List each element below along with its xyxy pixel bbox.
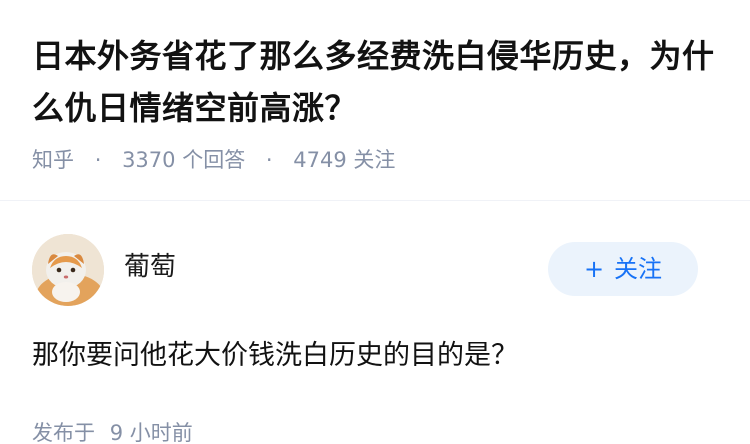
section-divider	[0, 200, 750, 201]
follower-count-suffix[interactable]: 关注	[353, 148, 395, 172]
source-label[interactable]: 知乎	[32, 148, 74, 172]
publish-prefix: 发布于	[32, 421, 95, 444]
question-title-text[interactable]: 日本外务省花了那么多经费洗白侵华历史，为什么仇日情绪空前高涨？	[32, 30, 722, 134]
plus-icon: +	[583, 255, 605, 283]
question-title[interactable]: 日本外务省花了那么多经费洗白侵华历史，为什么仇日情绪空前高涨？	[32, 30, 722, 134]
meta-separator: ·	[265, 148, 273, 172]
follower-count[interactable]: 4749	[293, 148, 346, 172]
follow-button-label: 关注	[614, 255, 663, 283]
question-meta: 知乎 · 3370 个回答 · 4749 关注	[32, 145, 395, 175]
author-name[interactable]: 葡萄	[124, 249, 176, 285]
answer-author-row: 葡萄 + 关注	[32, 234, 698, 306]
answer-count-suffix[interactable]: 个回答	[182, 148, 245, 172]
publish-value: 9 小时前	[109, 421, 193, 444]
cat-avatar-icon[interactable]	[32, 234, 104, 306]
avatar-image	[32, 234, 104, 306]
follow-button[interactable]: + 关注	[548, 242, 698, 296]
meta-separator: ·	[94, 148, 102, 172]
question-header: 日本外务省花了那么多经费洗白侵华历史，为什么仇日情绪空前高涨？	[32, 30, 722, 134]
publish-time: 发布于 9 小时前	[32, 418, 193, 444]
answer-content[interactable]: 那你要问他花大价钱洗白历史的目的是？	[32, 336, 518, 376]
answer-count[interactable]: 3370	[122, 148, 175, 172]
